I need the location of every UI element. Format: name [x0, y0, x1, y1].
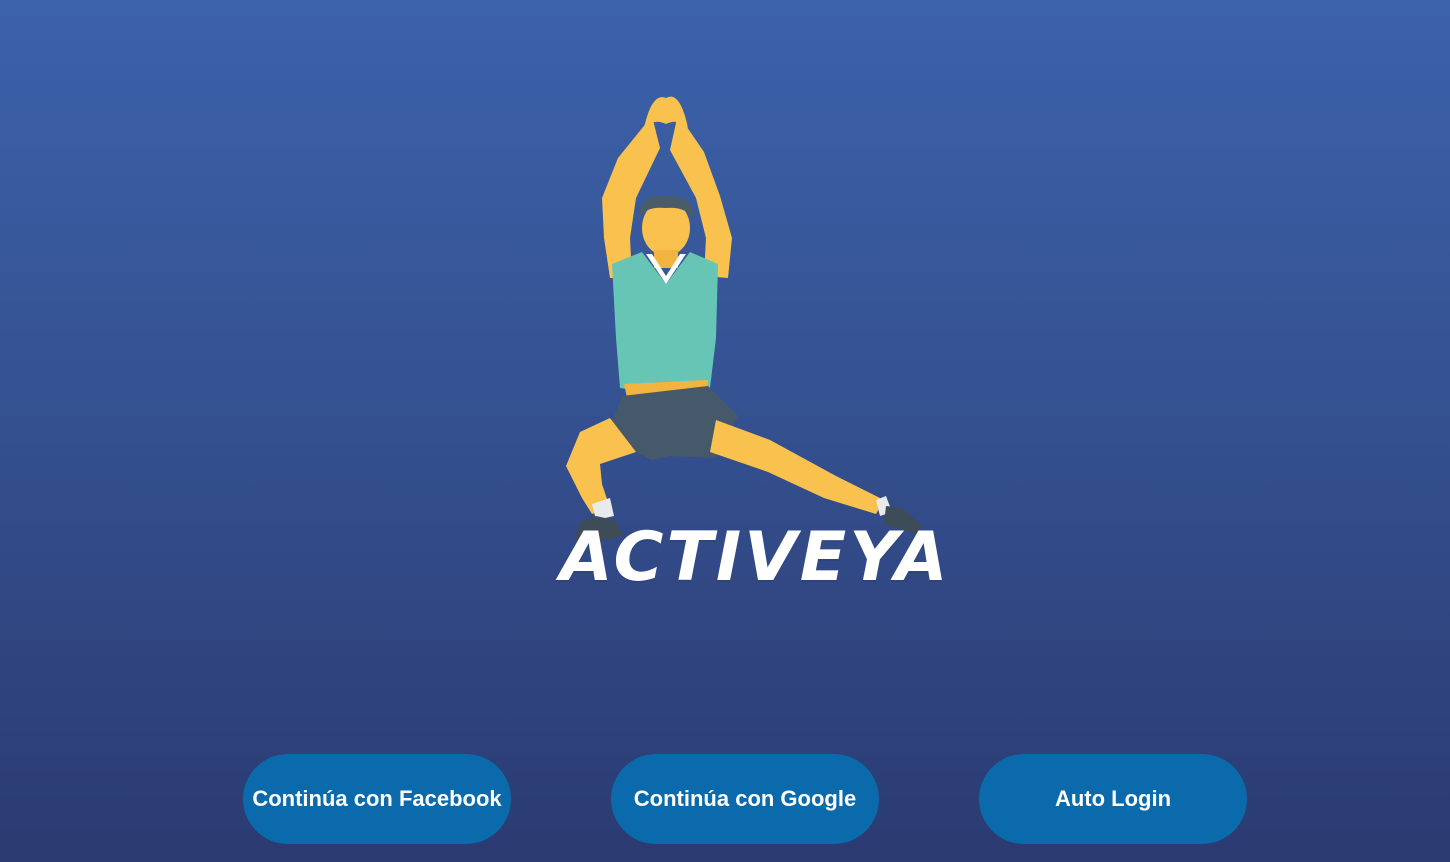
- brand-title: ACTIVEYA: [560, 518, 951, 597]
- stretching-man-icon: [540, 88, 940, 558]
- auto-login-button[interactable]: Auto Login: [979, 754, 1247, 844]
- facebook-login-button[interactable]: Continúa con Facebook: [243, 754, 511, 844]
- google-login-button[interactable]: Continúa con Google: [611, 754, 879, 844]
